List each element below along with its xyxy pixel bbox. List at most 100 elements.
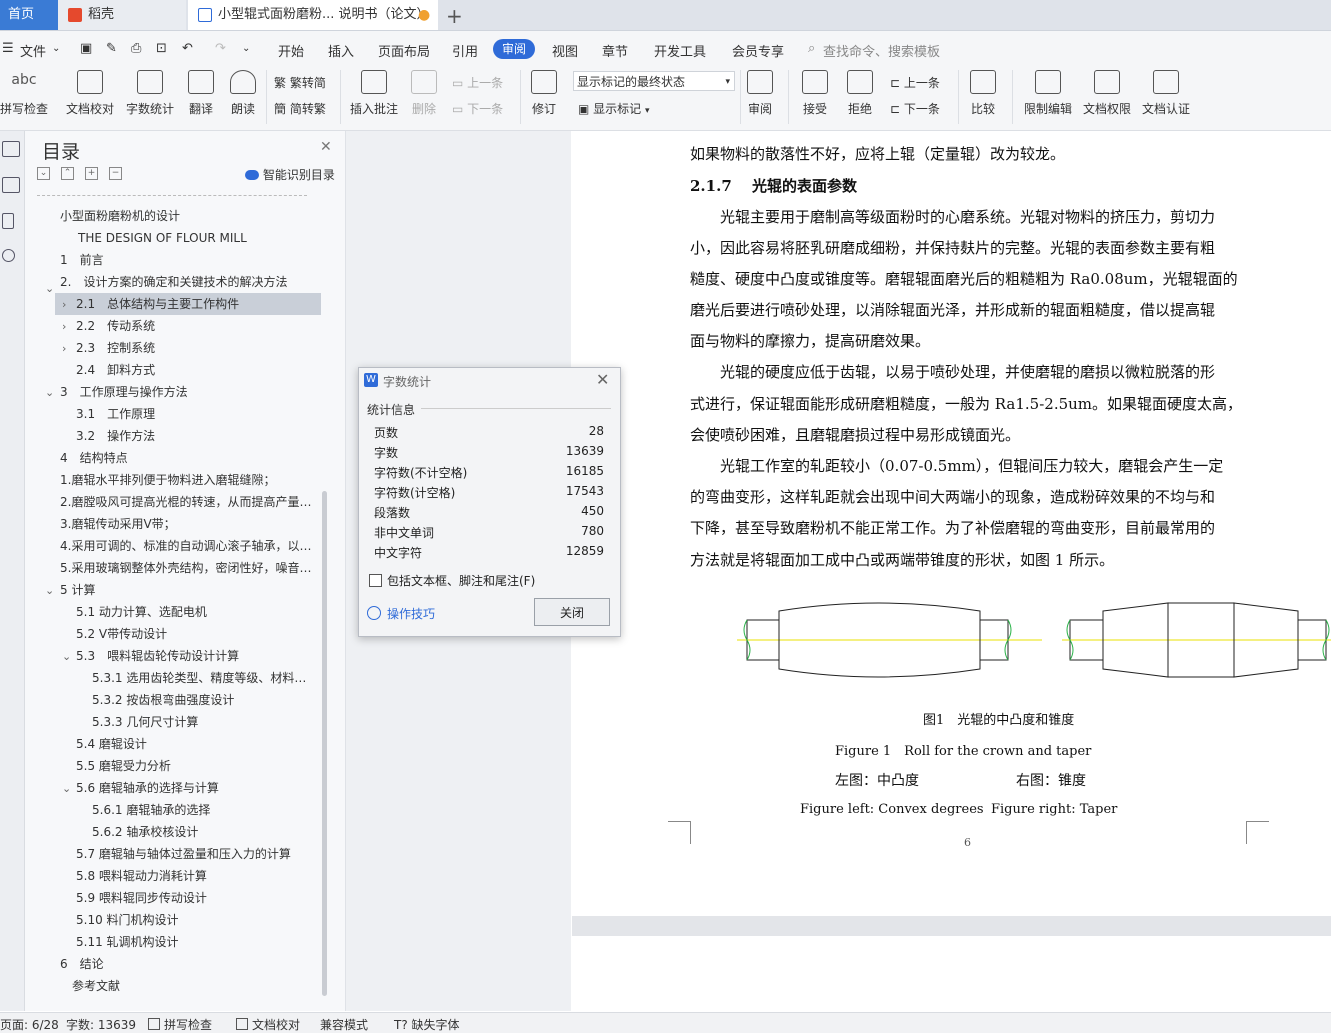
command-search-input[interactable]: 查找命令、搜索模板 [823, 41, 940, 60]
prev-comment-button[interactable]: ▭ 上一条 [452, 74, 503, 91]
toc-item[interactable]: 3.2 操作方法 [76, 425, 155, 447]
toc-scrollbar[interactable] [322, 491, 327, 996]
trad-to-simp-button[interactable]: 繁 繁转简 [274, 74, 326, 91]
toc-item[interactable]: 5.1 动力计算、选配电机 [76, 601, 207, 623]
toc-item[interactable]: 5.10 料门机构设计 [76, 909, 179, 931]
delete-comment-button[interactable]: 删除 [406, 64, 442, 117]
show-markup-button[interactable]: ▣ 显示标记 ▾ [578, 100, 650, 117]
menu-layout[interactable]: 页面布局 [378, 41, 430, 60]
toc-item[interactable]: 6 结论 [60, 953, 104, 975]
collapsed-arrow-icon[interactable]: › [62, 298, 66, 311]
toc-item[interactable]: 3 工作原理与操作方法 [60, 381, 188, 403]
toc-item[interactable]: 4.采用可调的、标准的自动调心滚子轴承，以… [60, 535, 311, 557]
markup-state-select[interactable]: 显示标记的最终状态 ▾ [573, 71, 735, 91]
remove-heading-icon[interactable]: − [109, 167, 122, 180]
compare-button[interactable]: 比较 [966, 64, 1000, 117]
track-changes-button[interactable]: 修订 [526, 64, 562, 117]
toc-item[interactable]: 5 计算 [60, 579, 95, 601]
tab-home[interactable]: 首页 [0, 0, 58, 30]
toc-item[interactable]: 2.2 传动系统 [76, 315, 155, 337]
toc-item[interactable]: 1 前言 [60, 249, 104, 271]
simp-to-trad-button[interactable]: 簡 简转繁 [274, 100, 326, 117]
next-change-button[interactable]: ⊏ 下一条 [890, 100, 940, 117]
document-page[interactable]: 如果物料的散落性不好，应将上辊（定量辊）改为较龙。 2.1.7 光辊的表面参数 … [572, 131, 1331, 916]
expand-arrow-icon[interactable]: ⌄ [45, 584, 54, 597]
toc-item[interactable]: THE DESIGN OF FLOUR MILL [78, 227, 247, 249]
smart-toc-button[interactable]: 智能识别目录 [245, 166, 335, 183]
chevron-down-icon[interactable]: ⌄ [52, 43, 60, 54]
menu-start[interactable]: 开始 [278, 41, 304, 60]
toc-item[interactable]: 2. 设计方案的确定和关键技术的解决方法 [60, 271, 287, 293]
add-heading-icon[interactable]: + [85, 167, 98, 180]
chapter-nav-icon[interactable] [2, 177, 20, 193]
expand-arrow-icon[interactable]: ⌄ [45, 386, 54, 399]
collapse-all-icon[interactable]: ⌄ [37, 167, 50, 180]
tips-link[interactable]: 操作技巧 [387, 605, 435, 622]
find-icon[interactable] [2, 249, 15, 262]
new-tab-plus-icon[interactable]: + [446, 4, 463, 28]
save-icon[interactable]: ▣ [80, 41, 92, 56]
next-comment-button[interactable]: ▭ 下一条 [452, 100, 503, 117]
restrict-edit-button[interactable]: 限制编辑 [1022, 64, 1074, 117]
close-button[interactable]: 关闭 [534, 598, 610, 626]
menu-file[interactable]: 文件 [20, 41, 46, 60]
close-icon[interactable]: ✕ [320, 139, 332, 155]
toc-item[interactable]: 2.1 总体结构与主要工作构件 [76, 293, 239, 315]
review-pane-button[interactable]: 审阅 [743, 64, 777, 117]
menu-section[interactable]: 章节 [602, 41, 628, 60]
menu-member[interactable]: 会员专享 [732, 41, 784, 60]
toc-item[interactable]: 5.3.3 几何尺寸计算 [92, 711, 198, 733]
word-count-button[interactable]: 字数统计 [124, 64, 176, 117]
toc-item[interactable]: 5.3.2 按齿根弯曲强度设计 [92, 689, 234, 711]
doc-proof-toggle[interactable]: 文档校对 [236, 1016, 300, 1033]
prev-change-button[interactable]: ⊏ 上一条 [890, 74, 940, 91]
missing-font-button[interactable]: T? 缺失字体 [394, 1016, 460, 1033]
toc-item[interactable]: 1.磨辊水平排列便于物料进入磨辊缝隙； [60, 469, 275, 491]
include-textbox-checkbox[interactable] [369, 574, 382, 587]
accept-button[interactable]: 接受 [798, 64, 832, 117]
translate-button[interactable]: 翻译 [182, 64, 220, 117]
toc-item[interactable]: 5.9 喂料辊同步传动设计 [76, 887, 207, 909]
page-indicator[interactable]: 页面: 6/28 [0, 1016, 59, 1033]
toc-pane-icon[interactable] [2, 141, 20, 157]
toc-item[interactable]: 5.7 磨辊轴与轴体过盈量和压入力的计算 [76, 843, 291, 865]
tab-document[interactable]: 小型辊式面粉磨粉... 说明书（论文） ● [188, 0, 438, 30]
format-painter-icon[interactable]: ✎ [106, 41, 117, 56]
toc-item[interactable]: 5.采用玻璃钢整体外壳结构，密闭性好，噪音… [60, 557, 311, 579]
toc-item[interactable]: 5.6 磨辊轴承的选择与计算 [76, 777, 219, 799]
toc-item[interactable]: 2.磨膛吸风可提高光棍的转速，从而提高产量… [60, 491, 311, 513]
print-icon[interactable]: ⎙ [131, 41, 141, 56]
redo-icon[interactable]: ↷ [215, 41, 226, 56]
doc-permission-button[interactable]: 文档权限 [1081, 64, 1133, 117]
expand-arrow-icon[interactable]: ⌄ [62, 650, 71, 663]
print-preview-icon[interactable]: ⊡ [156, 41, 167, 56]
menu-insert[interactable]: 插入 [328, 41, 354, 60]
insert-comment-button[interactable]: 插入批注 [348, 64, 400, 117]
toc-item[interactable]: 5.6.1 磨辊轴承的选择 [92, 799, 210, 821]
toc-item[interactable]: 5.4 磨辊设计 [76, 733, 147, 755]
undo-icon[interactable]: ↶ [182, 41, 193, 56]
menu-reference[interactable]: 引用 [452, 41, 478, 60]
reject-button[interactable]: 拒绝 [843, 64, 877, 117]
toc-item[interactable]: 小型面粉磨粉机的设计 [60, 205, 180, 227]
tab-daoke[interactable]: 稻壳 [58, 0, 186, 30]
expand-all-icon[interactable]: ⌃ [61, 167, 74, 180]
toc-item[interactable]: 5.6.2 轴承校核设计 [92, 821, 198, 843]
menu-devtools[interactable]: 开发工具 [654, 41, 706, 60]
toc-item[interactable]: 5.5 磨辊受力分析 [76, 755, 171, 777]
toc-item[interactable]: 3.磨辊传动采用V带； [60, 513, 176, 535]
spellcheck-toggle[interactable]: 拼写检查 [148, 1016, 212, 1033]
toc-item[interactable]: 2.3 控制系统 [76, 337, 155, 359]
doc-cert-button[interactable]: 文档认证 [1140, 64, 1192, 117]
expand-arrow-icon[interactable]: ⌄ [62, 782, 71, 795]
toc-item[interactable]: 3.1 工作原理 [76, 403, 155, 425]
collapsed-arrow-icon[interactable]: › [62, 320, 66, 333]
word-count-indicator[interactable]: 字数: 13639 [66, 1016, 136, 1033]
read-aloud-button[interactable]: 朗读 [226, 64, 260, 117]
toc-item[interactable]: 参考文献 [72, 975, 120, 997]
hamburger-icon[interactable]: ☰ [2, 41, 14, 56]
spellcheck-button[interactable]: abc 拼写检查 [0, 64, 48, 117]
collapsed-arrow-icon[interactable]: › [62, 342, 66, 355]
bookmark-icon[interactable] [2, 213, 14, 229]
toc-item[interactable]: 5.11 轧调机构设计 [76, 931, 179, 953]
